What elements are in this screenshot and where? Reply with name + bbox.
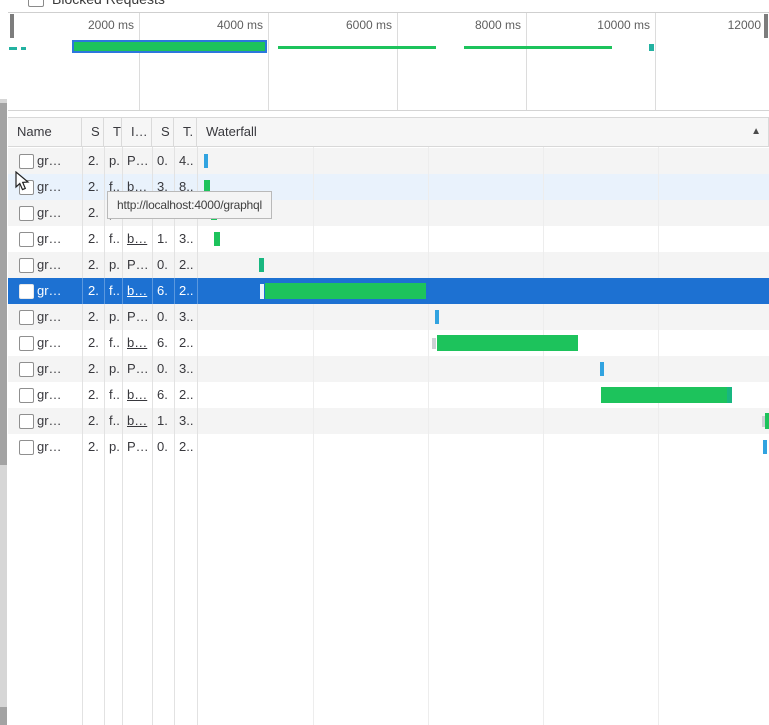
selected-row-separator bbox=[152, 278, 153, 304]
sort-ascending-icon[interactable]: ▲ bbox=[751, 118, 761, 146]
size-cell: 6. bbox=[157, 278, 168, 304]
overview-bar-green-line bbox=[464, 46, 612, 49]
overview-bar-teal-tick bbox=[649, 44, 654, 51]
type-cell: f.. bbox=[109, 278, 120, 304]
overview-tick-label: 6000 ms bbox=[300, 18, 392, 32]
time-cell: 2.. bbox=[179, 278, 193, 304]
overview-gridline bbox=[526, 13, 527, 110]
selected-row-separator bbox=[197, 278, 198, 304]
mouse-cursor bbox=[15, 171, 31, 198]
overview-gridline bbox=[139, 13, 140, 110]
network-monitor-panel: Blocked Requests 2000 ms4000 ms6000 ms80… bbox=[0, 0, 769, 725]
overview-tick-label: 8000 ms bbox=[429, 18, 521, 32]
column-header-i[interactable]: I… bbox=[122, 118, 152, 146]
table-header: NameSTI…ST.Waterfall▲ bbox=[8, 117, 769, 147]
initiator-cell[interactable]: b… bbox=[127, 278, 147, 304]
column-header-t[interactable]: T bbox=[104, 118, 122, 146]
selected-row-separator bbox=[104, 278, 105, 304]
overview-bar-green-line bbox=[278, 46, 436, 49]
overview-tick-label: 12000 bbox=[669, 18, 761, 32]
overview-bar-teal-dash bbox=[21, 47, 26, 50]
selected-row-separator bbox=[122, 278, 123, 304]
url-tooltip: http://localhost:4000/graphql bbox=[107, 191, 272, 219]
column-header-waterfall[interactable]: Waterfall bbox=[197, 118, 769, 146]
overview-tick-label: 2000 ms bbox=[42, 18, 134, 32]
request-row[interactable]: gr… 2. f.. b… 6. 2.. bbox=[8, 278, 769, 304]
column-header-s[interactable]: S bbox=[152, 118, 174, 146]
column-header-t[interactable]: T. bbox=[174, 118, 197, 146]
request-name-cell[interactable]: gr… bbox=[37, 278, 62, 304]
overview-range-handle[interactable] bbox=[10, 14, 14, 38]
overview-bottom-border bbox=[8, 110, 769, 111]
row-checkbox[interactable] bbox=[19, 284, 34, 299]
overview-bar-teal-dash bbox=[9, 47, 17, 50]
column-header-s[interactable]: S bbox=[82, 118, 104, 146]
overview-gridline bbox=[268, 13, 269, 110]
overview-tick-label: 4000 ms bbox=[171, 18, 263, 32]
overview-gridline bbox=[397, 13, 398, 110]
selected-row-separator bbox=[82, 278, 83, 304]
overview-range-handle[interactable] bbox=[764, 14, 768, 38]
status-cell: 2. bbox=[88, 278, 99, 304]
column-header-name[interactable]: Name bbox=[8, 118, 82, 146]
overview-gridline bbox=[655, 13, 656, 110]
timeline-overview: 2000 ms 4000 ms 6000 ms 8000 ms 10000 ms 1200… bbox=[0, 0, 769, 725]
overview-bar-range bbox=[72, 40, 267, 53]
overview-tick-label: 10000 ms bbox=[558, 18, 650, 32]
selected-row-separator bbox=[174, 278, 175, 304]
